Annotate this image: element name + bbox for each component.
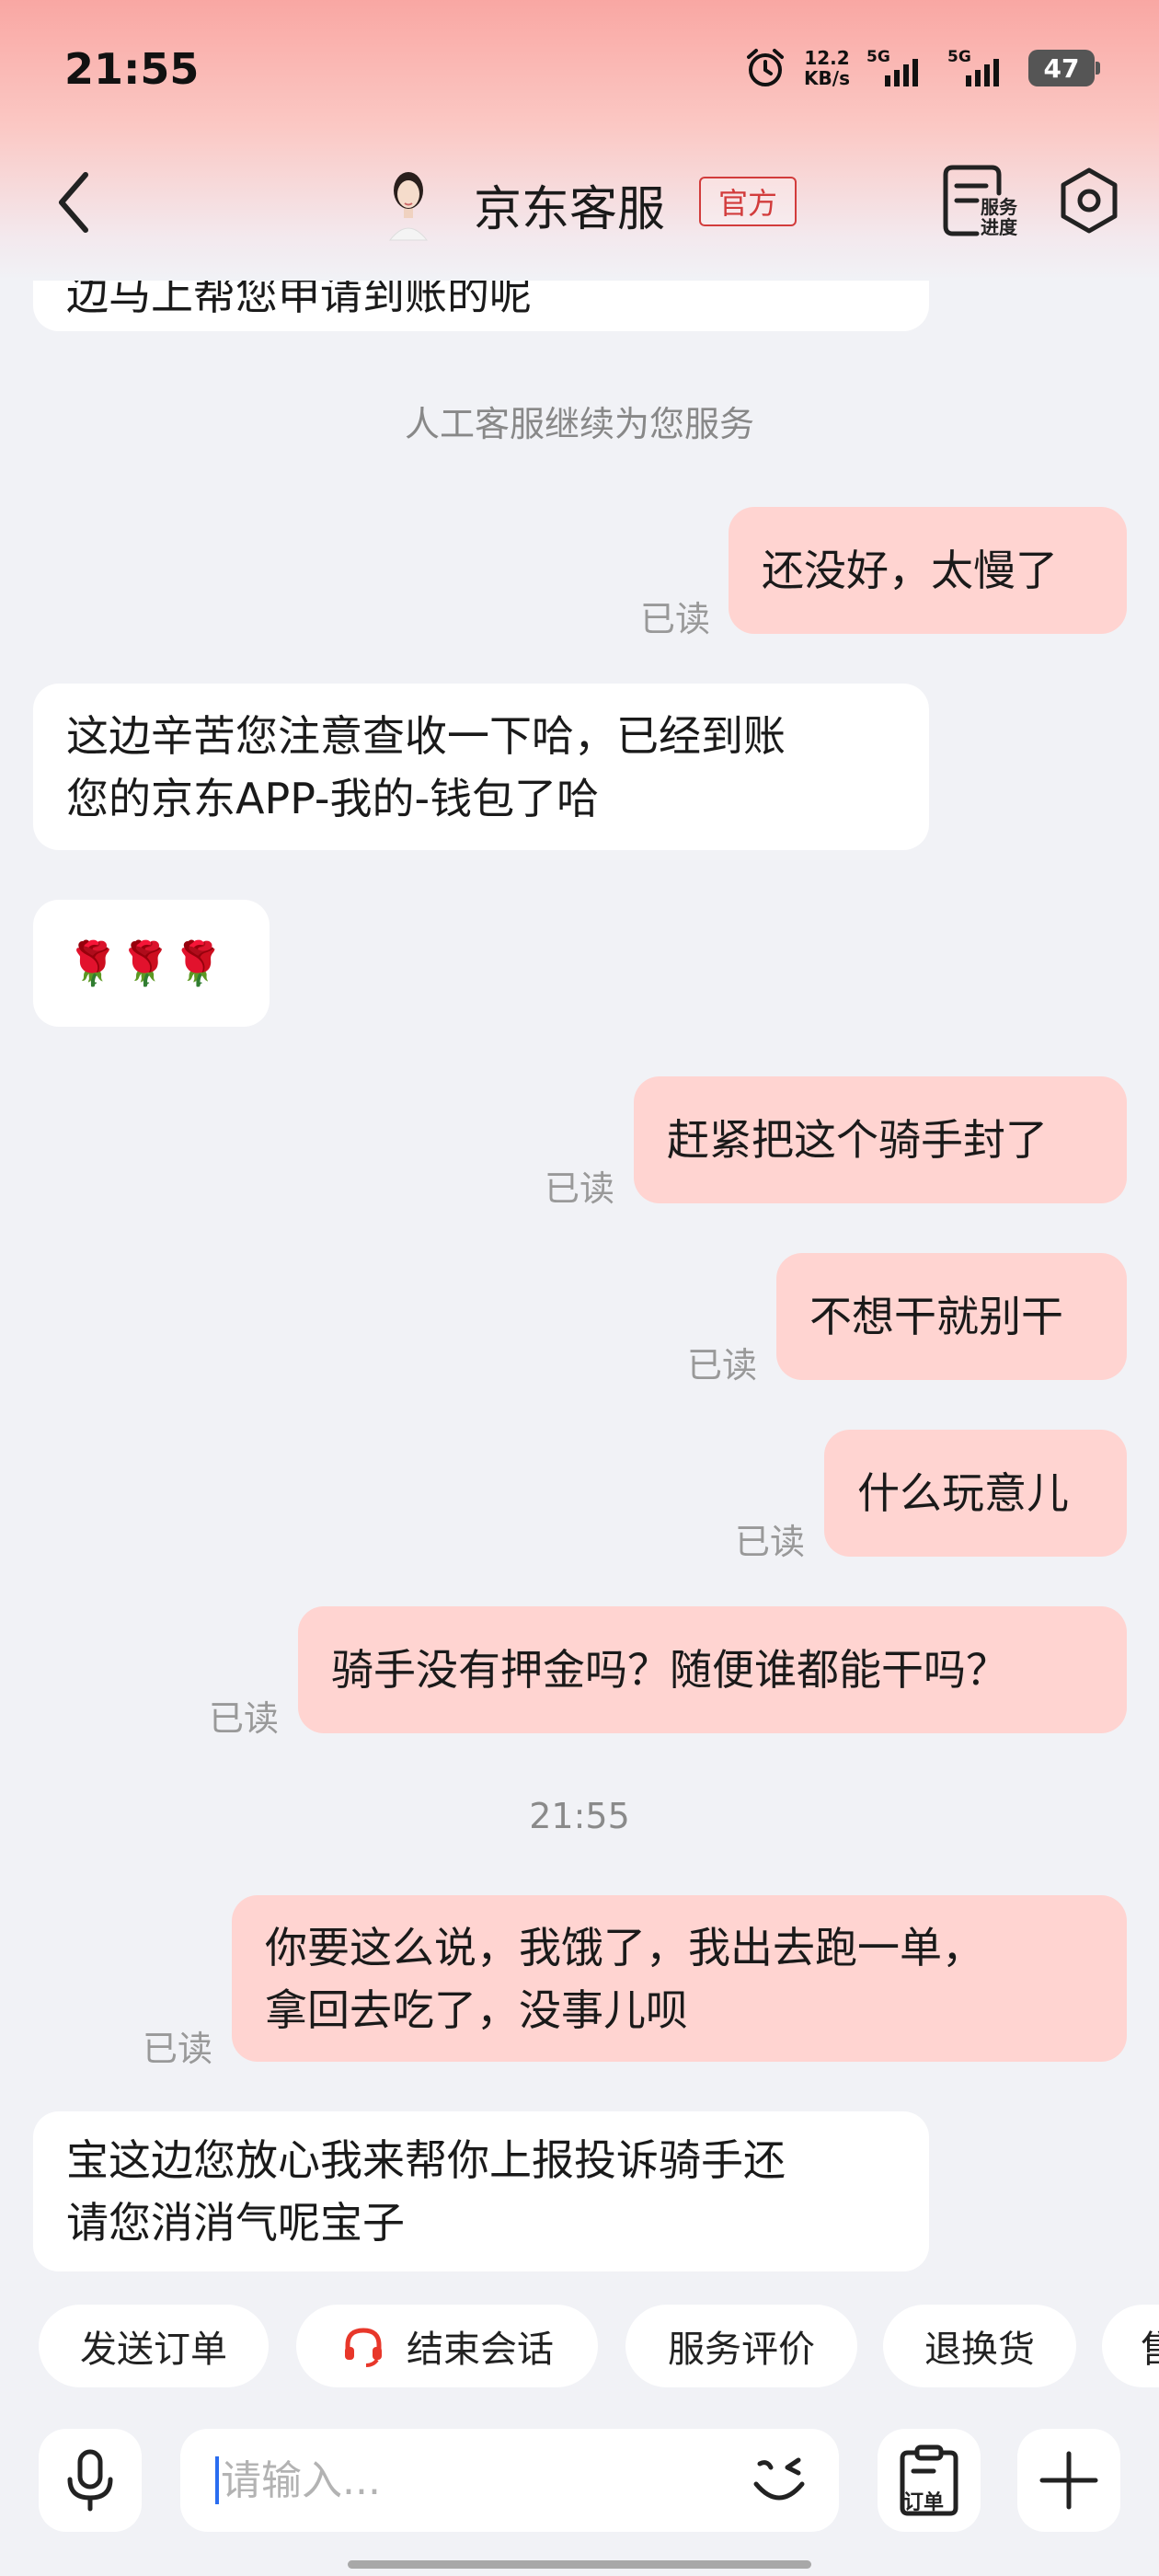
settings-hexagon-icon[interactable] (1056, 166, 1122, 236)
service-progress-label-line: 服务 (981, 196, 1017, 218)
outgoing-message-bubble: 什么玩意儿 (824, 1430, 1127, 1557)
message-text: 什么玩意儿 (857, 1468, 1069, 1518)
chip-label: 发送订单 (80, 2329, 227, 2371)
message-input[interactable] (221, 2451, 699, 2510)
chip-label: 售 (1141, 2319, 1159, 2373)
message-text-line: 宝这边您放心我来帮你上报投诉骑手还 (66, 2135, 786, 2185)
service-rating-chip[interactable]: 服务评价 (625, 2305, 857, 2387)
message-text-line: 您的京东APP-我的-钱包了哈 (66, 773, 600, 823)
outgoing-message-bubble: 不想干就别干 (776, 1253, 1127, 1380)
outgoing-message-bubble: 还没好，太慢了 (729, 507, 1127, 634)
read-receipt: 已读 (209, 1698, 280, 1739)
emoji-wink-icon[interactable] (747, 2449, 811, 2513)
avatar[interactable] (384, 159, 432, 242)
status-time: 21:55 (64, 44, 200, 94)
timestamp: 21:55 (529, 1796, 630, 1836)
headset-icon (345, 2328, 382, 2367)
more-plus-button[interactable] (1017, 2429, 1120, 2532)
read-receipt: 已读 (545, 1168, 615, 1209)
back-chevron-icon[interactable] (51, 166, 97, 239)
network-speed-value: 12.2 (804, 47, 850, 69)
message-text-line: 请您消消气呢宝子 (66, 2198, 405, 2248)
message-text: 还没好，太慢了 (762, 546, 1058, 595)
incoming-message-bubble: 宝这边您放心我来帮你上报投诉骑手还 请您消消气呢宝子 (33, 2111, 929, 2271)
message-text-line: 你要这么说，我饿了，我出去跑一单， (265, 1922, 984, 1972)
chip-label: 结束会话 (407, 2329, 554, 2371)
top-header: 21:55 12.2 KB/s 5G 5G 47 京东客服 官方 服务 进度 (0, 0, 1159, 281)
official-badge: 官方 (699, 177, 797, 226)
voice-button[interactable] (39, 2429, 142, 2532)
order-button-label: 订单 (903, 2491, 945, 2514)
read-receipt: 已读 (687, 1345, 758, 1386)
system-notice: 人工客服继续为您服务 (404, 404, 754, 444)
plus-icon (1039, 2451, 1098, 2510)
signal-icon-sim1: 5G (866, 48, 931, 86)
outgoing-message-bubble: 你要这么说，我饿了，我出去跑一单， 拿回去吃了，没事儿呗 (232, 1895, 1127, 2062)
read-receipt: 已读 (735, 1522, 806, 1562)
signal-label: 5G (947, 48, 971, 66)
network-speed: 12.2 KB/s (804, 48, 850, 88)
service-progress-label-line: 进度 (981, 216, 1017, 238)
message-input-container[interactable] (180, 2429, 839, 2532)
input-bar: 订单 (0, 2429, 1159, 2539)
message-text-line: 这边辛苦您注意查收一下哈，已经到账 (66, 710, 786, 761)
outgoing-message-bubble: 赶紧把这个骑手封了 (634, 1076, 1127, 1203)
chip-label: 服务评价 (668, 2329, 815, 2371)
service-progress-button[interactable]: 服务 进度 (940, 162, 1023, 241)
signal-icon-sim2: 5G (947, 48, 1012, 86)
read-receipt: 已读 (143, 2029, 213, 2069)
home-indicator[interactable] (348, 2560, 811, 2569)
outgoing-message-bubble: 骑手没有押金吗？随便谁都能干吗？ (298, 1606, 1127, 1733)
battery-icon: 47 (1028, 50, 1100, 86)
service-progress-label: 服务 进度 (981, 197, 1017, 237)
alarm-icon (747, 49, 785, 86)
network-speed-unit: KB/s (804, 67, 850, 89)
message-text: 骑手没有押金吗？随便谁都能干吗？ (331, 1645, 1008, 1695)
read-receipt: 已读 (640, 599, 711, 639)
message-text: 不想干就别干 (809, 1292, 1063, 1341)
incoming-message-bubble: 这边辛苦您注意查收一下哈，已经到账 您的京东APP-我的-钱包了哈 (33, 684, 929, 850)
chip-label: 退换货 (924, 2329, 1035, 2371)
status-icons: 12.2 KB/s 5G 5G 47 (743, 46, 1100, 90)
rose-emoji: 🌹🌹🌹 (66, 938, 224, 988)
end-conversation-chip[interactable]: 结束会话 (296, 2305, 598, 2387)
quick-actions-bar: 发送订单 结束会话 服务评价 退换货 售 (0, 2305, 1159, 2397)
incoming-emoji-bubble: 🌹🌹🌹 (33, 900, 270, 1027)
return-exchange-chip[interactable]: 退换货 (883, 2305, 1076, 2387)
send-order-chip[interactable]: 发送订单 (39, 2305, 269, 2387)
signal-label: 5G (866, 48, 890, 66)
microphone-icon (67, 2449, 113, 2512)
message-text-line: 拿回去吃了，没事儿呗 (265, 1984, 688, 2035)
message-text: 赶紧把这个骑手封了 (667, 1115, 1048, 1165)
page-title: 京东客服 (474, 182, 666, 237)
text-caret (215, 2456, 219, 2504)
after-sales-chip[interactable]: 售 (1102, 2305, 1159, 2387)
order-button[interactable]: 订单 (878, 2429, 981, 2532)
